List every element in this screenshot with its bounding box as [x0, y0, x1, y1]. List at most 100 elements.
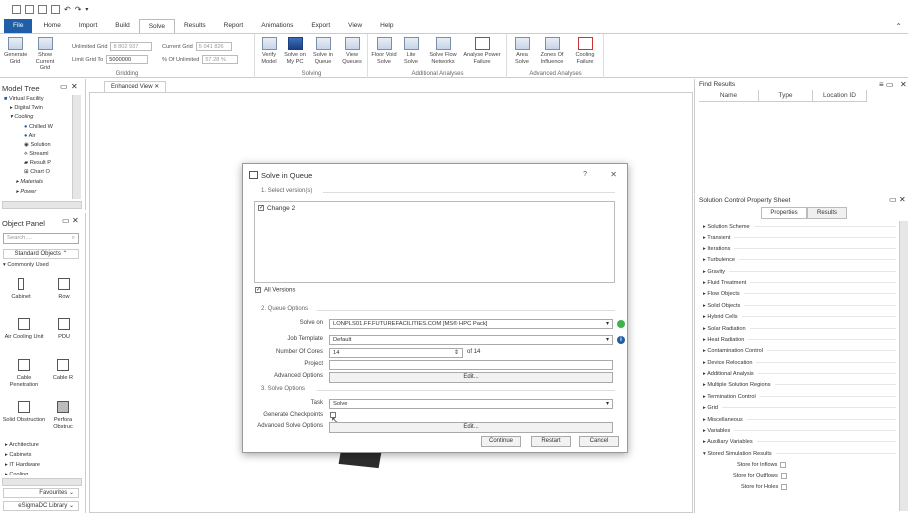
dialog-close-icon[interactable]: ✕ [610, 170, 617, 179]
prop-solid-objects[interactable]: ▸ Solid Objects [703, 303, 896, 309]
undo-icon[interactable]: ↶ [64, 5, 71, 14]
close-icon[interactable]: ✕ [900, 80, 907, 89]
object-panel-pin-icon[interactable]: ▭ [62, 216, 70, 225]
tab-properties[interactable]: Properties [761, 207, 807, 219]
solve-on-my-pc-button[interactable]: Solve on My PC [282, 37, 308, 65]
tree-item-virtual-facility[interactable]: ■ Virtual Facility [4, 96, 44, 102]
cancel-button[interactable]: Cancel [579, 436, 619, 447]
show-current-grid-button[interactable]: Show Current Grid [32, 37, 58, 72]
prop-gravity[interactable]: ▸ Gravity [703, 269, 896, 275]
object-row[interactable]: Row [52, 278, 76, 301]
pin-icon[interactable]: ▭ [889, 195, 897, 204]
prop-iterations[interactable]: ▸ Iterations [703, 246, 896, 252]
tab-import[interactable]: Import [70, 19, 106, 33]
prop-transient[interactable]: ▸ Transient [703, 235, 896, 241]
area-solve-button[interactable]: Area Solve [512, 37, 532, 65]
object-perforated-obstruction[interactable]: Perfora Obstruc [48, 401, 78, 430]
prop-heat-radiation[interactable]: ▸ Heat Radiation [703, 337, 896, 343]
object-cable-penetration[interactable]: Cable Penetration [2, 359, 46, 388]
pin-icon[interactable]: ≡ ▭ [879, 80, 893, 89]
tab-results[interactable]: Results [175, 19, 215, 33]
tab-help[interactable]: Help [371, 19, 402, 33]
prop-termination-control[interactable]: ▸ Termination Control [703, 394, 896, 400]
pin-icon[interactable]: ▭ [60, 82, 68, 91]
tab-view[interactable]: View [339, 19, 371, 33]
column-name[interactable]: Name [699, 90, 759, 102]
spinner-icon[interactable]: ⇕ [454, 349, 459, 357]
prop-additional-analysis[interactable]: ▸ Additional Analysis [703, 371, 896, 377]
zones-of-influence-button[interactable]: Zones Of Influence [536, 37, 568, 65]
tree-item-power[interactable]: ▸ Power [16, 189, 36, 195]
model-tree-hscrollbar[interactable] [2, 201, 82, 209]
redo-icon[interactable]: ↷ [75, 5, 82, 14]
tab-report[interactable]: Report [215, 19, 253, 33]
all-versions-checkbox[interactable]: ✓ All Versions [255, 287, 295, 294]
prop-solution-scheme[interactable]: ▸ Solution Scheme [703, 224, 896, 230]
tab-build[interactable]: Build [106, 19, 138, 33]
help-icon[interactable]: ? [583, 171, 587, 178]
object-solid-obstruction[interactable]: Solid Obstruction [2, 401, 46, 424]
prop-hybrid-cells[interactable]: ▸ Hybrid Cells [703, 314, 896, 320]
object-cabinet[interactable]: Cabinet [6, 278, 36, 301]
object-panel-hscrollbar[interactable] [2, 478, 82, 486]
tree-item-result-planes[interactable]: ▰ Result P [24, 160, 51, 166]
object-panel-close-icon[interactable]: ✕ [72, 216, 79, 225]
number-of-cores-input[interactable]: 14 ⇕ [329, 348, 463, 358]
solve-on-select[interactable]: LONPLS01.FF.FUTUREFACILITIES.COM [MS® HP… [329, 319, 613, 329]
advanced-solve-edit-button[interactable]: Edit... [329, 422, 613, 433]
model-tree-scrollbar[interactable] [72, 95, 81, 199]
prop-auxiliary-variables[interactable]: ▸ Auxiliary Variables [703, 439, 896, 445]
generate-grid-button[interactable]: Generate Grid [4, 37, 27, 65]
tab-animations[interactable]: Animations [252, 19, 302, 33]
advanced-options-edit-button[interactable]: Edit... [329, 372, 613, 383]
tree-item-solution[interactable]: ◉ Solution [24, 142, 51, 148]
view-queues-button[interactable]: View Queues [340, 37, 364, 65]
prop-device-relocation[interactable]: ▸ Device Relocation [703, 360, 896, 366]
prop-contamination-control[interactable]: ▸ Contamination Control [703, 348, 896, 354]
limit-grid-input[interactable]: 5000000 [106, 55, 149, 64]
store-holes-checkbox[interactable] [781, 484, 788, 490]
store-inflows-checkbox[interactable] [780, 462, 787, 468]
tree-item-streamlines[interactable]: ⟡ Streaml [24, 151, 49, 158]
save-icon[interactable] [38, 5, 47, 14]
task-select[interactable]: Solve ▾ [329, 399, 613, 409]
properties-scrollbar[interactable] [899, 221, 908, 511]
prop-stored-simulation-results[interactable]: ▾ Stored Simulation Results [703, 451, 896, 457]
category-cabinets[interactable]: ▸ Cabinets [5, 452, 31, 458]
prop-turbulence[interactable]: ▸ Turbulence [703, 257, 896, 263]
save-all-icon[interactable] [51, 5, 60, 14]
lite-solve-button[interactable]: Lite Solve [401, 37, 421, 65]
enhanced-view-tab[interactable]: Enhanced View ✕ [104, 81, 167, 92]
solve-flow-networks-button[interactable]: Solve Flow Networks [427, 37, 459, 65]
prop-solar-radiation[interactable]: ▸ Solar Radiation [703, 326, 896, 332]
object-pdu[interactable]: PDU [52, 318, 76, 341]
open-icon[interactable] [25, 5, 34, 14]
category-architecture[interactable]: ▸ Architecture [5, 442, 39, 448]
commonly-used-section[interactable]: ▾ Commonly Used [3, 262, 79, 271]
tree-item-chart-objects[interactable]: ⊞ Chart O [24, 169, 50, 175]
standard-objects-dropdown[interactable]: Standard Objects ⌃ [3, 249, 79, 259]
tree-item-materials[interactable]: ▸ Materials [16, 179, 43, 185]
tab-home[interactable]: Home [34, 19, 69, 33]
job-template-select[interactable]: Default ▾ [329, 335, 613, 345]
tree-item-digital-twin[interactable]: ▸ Digital Twin [10, 105, 43, 111]
solve-in-queue-button[interactable]: Solve in Queue [310, 37, 336, 65]
library-dropdown[interactable]: eSigmaDC Library ⌄ [3, 501, 79, 511]
prop-grid[interactable]: ▸ Grid [703, 405, 896, 411]
category-it-hardware[interactable]: ▸ IT Hardware [5, 462, 40, 468]
tab-solve[interactable]: Solve [138, 19, 175, 33]
version-item-change-2[interactable]: ✓ Change 2 [258, 205, 295, 212]
verify-model-button[interactable]: Verify Model [258, 37, 280, 65]
restart-button[interactable]: Restart [531, 436, 571, 447]
tab-export[interactable]: Export [302, 19, 339, 33]
tab-results[interactable]: Results [807, 207, 847, 219]
tree-item-chilled-water[interactable]: ● Chilled W [24, 124, 53, 130]
close-icon[interactable]: ✕ [899, 195, 906, 204]
project-input[interactable] [329, 360, 613, 370]
tree-item-cooling[interactable]: ▾ Cooling [10, 114, 33, 120]
object-air-cooling-unit[interactable]: Air Cooling Unit [2, 318, 46, 341]
version-checkbox[interactable]: ✓ [258, 205, 264, 212]
cooling-failure-button[interactable]: Cooling Failure [570, 37, 600, 65]
favourites-dropdown[interactable]: Favourites ⌄ [3, 488, 79, 498]
column-type[interactable]: Type [759, 90, 813, 102]
